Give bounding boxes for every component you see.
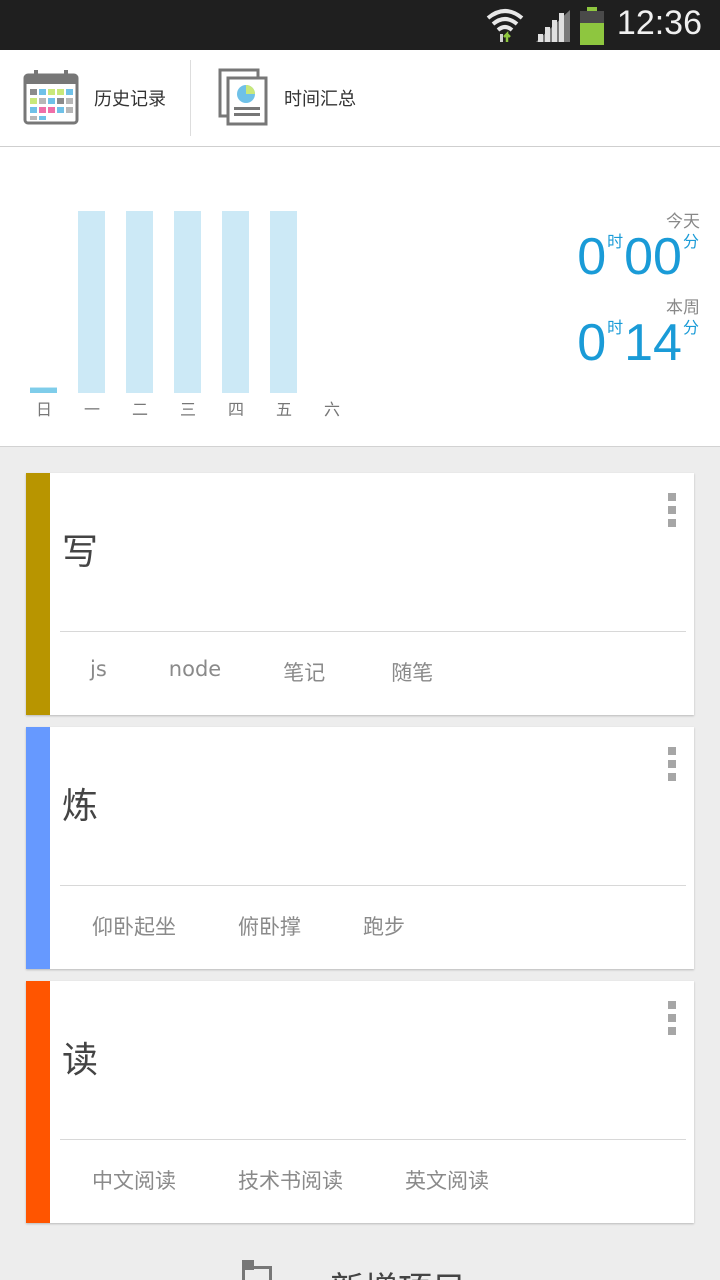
- chart-tick-label: 三: [180, 400, 196, 419]
- more-vert-icon[interactable]: [666, 493, 678, 533]
- project-card-write[interactable]: 写 js node 笔记 随笔: [26, 473, 694, 715]
- tag-item[interactable]: 跑步: [363, 911, 405, 941]
- tag-item[interactable]: js: [90, 657, 107, 687]
- summary-label: 时间汇总: [284, 89, 356, 110]
- today-minutes: 00: [624, 228, 682, 286]
- today-hours: 0: [577, 228, 607, 286]
- chart-tick-label: 日: [36, 400, 52, 419]
- week-hours: 0: [577, 314, 607, 372]
- card-tags: 仰卧起坐 俯卧撑 跑步: [60, 911, 405, 941]
- more-vert-icon[interactable]: [666, 1001, 678, 1041]
- card-title: 炼: [62, 786, 99, 827]
- toolbar: 历史记录 时间汇总: [0, 50, 720, 147]
- project-card-read[interactable]: 读 中文阅读 技术书阅读 英文阅读: [26, 981, 694, 1223]
- tag-item[interactable]: 笔记: [283, 657, 325, 687]
- chart-tick-label: 五: [276, 400, 292, 419]
- tag-item[interactable]: 俯卧撑: [238, 911, 301, 941]
- report-icon: [218, 68, 268, 126]
- summary-button[interactable]: 时间汇总: [218, 50, 378, 146]
- today-time: 0 时 00 分: [577, 231, 700, 283]
- card-title: 写: [62, 532, 99, 573]
- chart-bar: [222, 211, 249, 393]
- chart-tick-label: 四: [228, 400, 244, 419]
- minute-unit: 分: [682, 234, 699, 251]
- card-title: 读: [62, 1040, 99, 1081]
- wifi-icon: [486, 9, 524, 42]
- chart-bar: [270, 211, 297, 393]
- chart-tick-label: 六: [324, 400, 340, 419]
- card-tags: js node 笔记 随笔: [60, 657, 433, 687]
- week-minutes: 14: [624, 314, 682, 372]
- history-label: 历史记录: [94, 89, 166, 110]
- status-bar: 12:36: [0, 0, 720, 50]
- chart-bar: [126, 211, 153, 393]
- add-project-button[interactable]: 新增项目: [0, 1258, 720, 1280]
- card-color-stripe: [26, 981, 50, 1223]
- chart-bar: [78, 211, 105, 393]
- tag-item[interactable]: 技术书阅读: [238, 1165, 343, 1195]
- hour-unit: 时: [607, 234, 624, 251]
- battery-icon: [580, 7, 604, 45]
- tag-item[interactable]: 随笔: [391, 657, 433, 687]
- weekly-chart-panel: 日一二三四五六 今天 0 时 00 分 本周 0 时 14 分: [0, 147, 720, 447]
- chart-tick-label: 一: [84, 400, 100, 419]
- chart-tick-label: 二: [132, 400, 148, 419]
- card-divider: [60, 1139, 686, 1140]
- card-divider: [60, 885, 686, 886]
- tag-item[interactable]: 仰卧起坐: [92, 911, 176, 941]
- add-project-icon: [242, 1260, 272, 1280]
- card-divider: [60, 631, 686, 632]
- chart-bar: [30, 387, 57, 393]
- tag-item[interactable]: node: [169, 657, 221, 687]
- card-color-stripe: [26, 727, 50, 969]
- minute-unit: 分: [682, 320, 699, 337]
- card-tags: 中文阅读 技术书阅读 英文阅读: [60, 1165, 489, 1195]
- project-card-train[interactable]: 炼 仰卧起坐 俯卧撑 跑步: [26, 727, 694, 969]
- more-vert-icon[interactable]: [666, 747, 678, 787]
- tag-item[interactable]: 英文阅读: [405, 1165, 489, 1195]
- clock: 12:36: [616, 4, 702, 42]
- add-project-label: 新增项目: [330, 1262, 466, 1280]
- week-time: 0 时 14 分: [577, 317, 700, 369]
- history-button[interactable]: 历史记录: [22, 50, 182, 146]
- calendar-icon: [23, 70, 79, 125]
- tag-item[interactable]: 中文阅读: [92, 1165, 176, 1195]
- signal-icon: [536, 10, 570, 42]
- weekly-bar-chart: 日一二三四五六: [30, 211, 340, 419]
- chart-bar: [174, 211, 201, 393]
- card-color-stripe: [26, 473, 50, 715]
- toolbar-divider: [190, 60, 191, 136]
- hour-unit: 时: [607, 320, 624, 337]
